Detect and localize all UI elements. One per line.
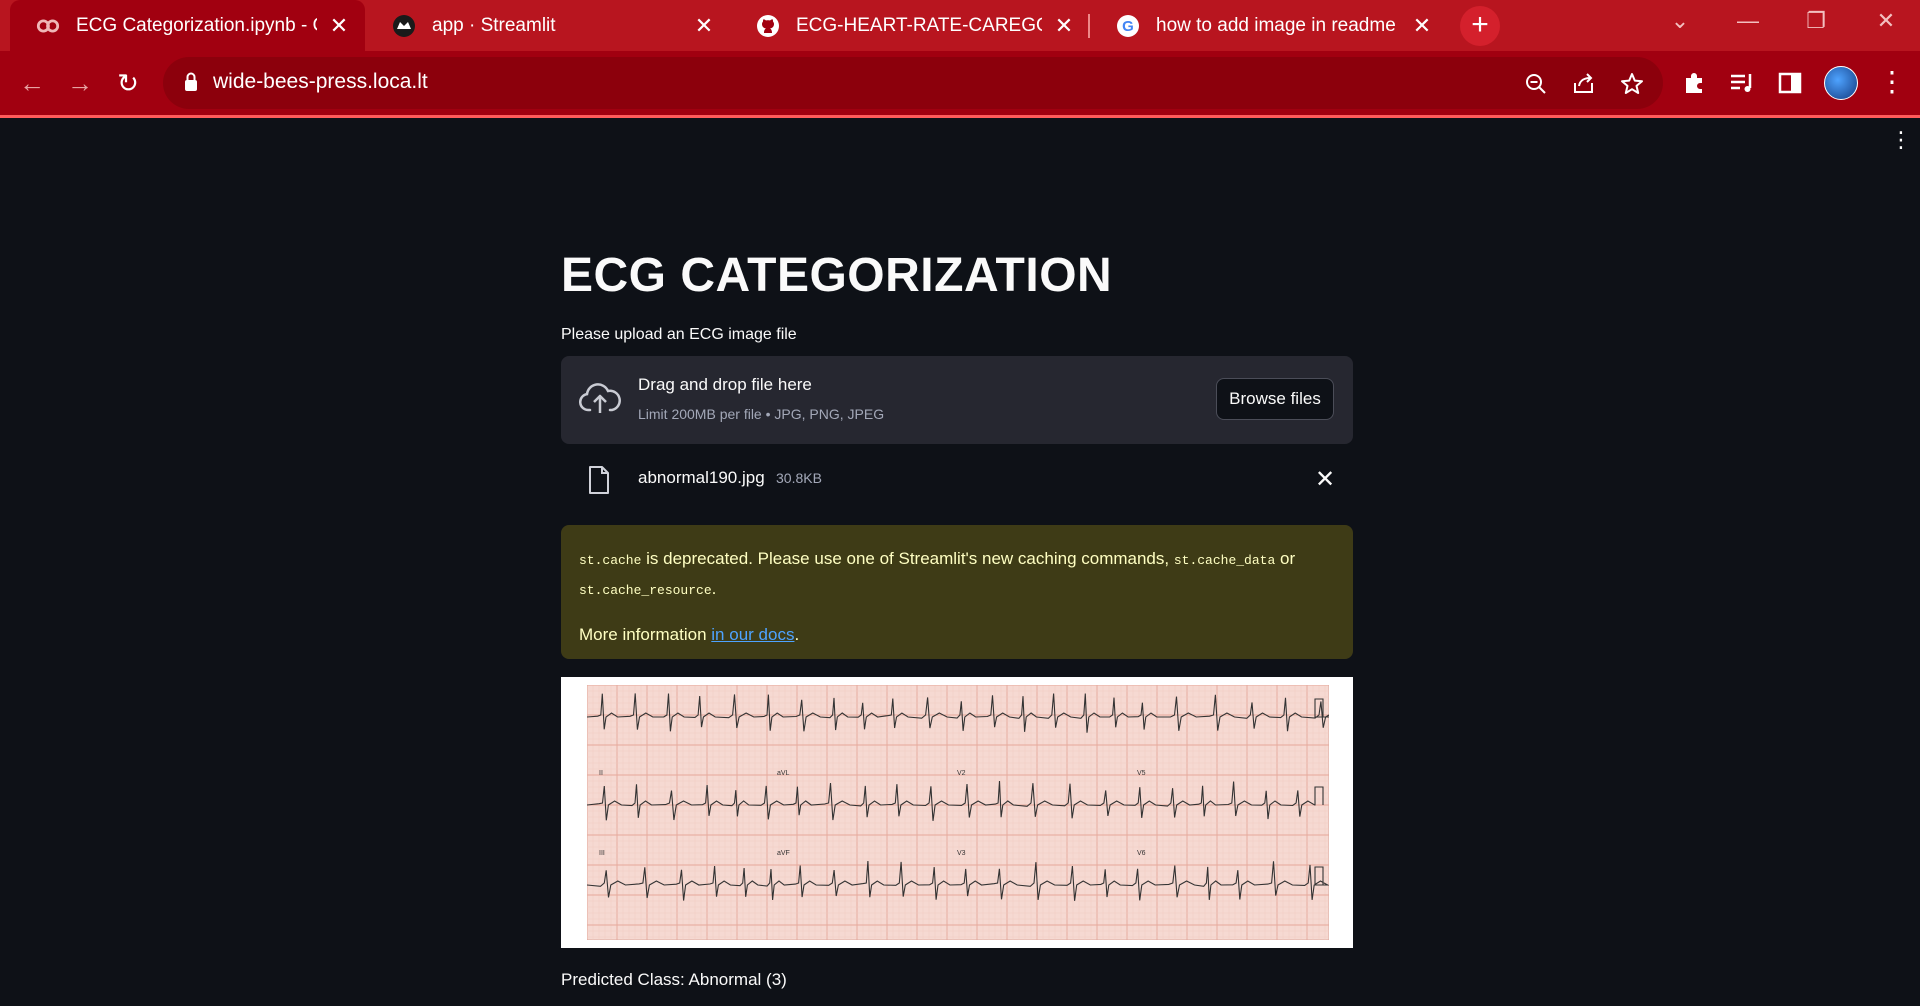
- browse-files-button[interactable]: Browse files: [1216, 378, 1334, 420]
- restore-icon[interactable]: ❐: [1796, 8, 1836, 34]
- zoom-out-icon[interactable]: [1523, 71, 1549, 97]
- ecg-lead-label: II: [599, 770, 603, 777]
- code-st-cache-data: st.cache_data: [1173, 553, 1276, 568]
- remove-file-icon[interactable]: ✕: [1313, 465, 1337, 494]
- forward-arrow-icon[interactable]: →: [62, 65, 98, 101]
- ecg-lead-label: V3: [957, 850, 966, 857]
- warning-more-info: More information in our docs.: [579, 621, 1335, 649]
- tab-colab[interactable]: ECG Categorization.ipynb - Colab ✕: [10, 0, 365, 51]
- close-window-icon[interactable]: ✕: [1866, 8, 1906, 34]
- ecg-trace-image: II aVL V2 V5 III aVF V3 V6: [587, 685, 1329, 940]
- tab-title: ECG Categorization.ipynb - Colab: [76, 14, 317, 36]
- tab-search-icon[interactable]: ⌄: [1660, 8, 1700, 34]
- minimize-icon[interactable]: —: [1728, 8, 1768, 34]
- file-dropzone[interactable]: Drag and drop file here Limit 200MB per …: [561, 356, 1353, 444]
- ecg-lead-label: aVL: [777, 770, 790, 777]
- deprecation-warning: st.cache is deprecated. Please use one o…: [561, 525, 1353, 659]
- github-icon: [756, 14, 780, 38]
- browser-toolbar: ← → ↻ wide-bees-press.loca.lt: [0, 51, 1920, 115]
- warning-message: st.cache is deprecated. Please use one o…: [579, 545, 1335, 605]
- warning-text-3: .: [711, 579, 717, 598]
- tab-google[interactable]: G how to add image in readme file ✕: [1090, 0, 1448, 51]
- back-arrow-icon[interactable]: ←: [14, 65, 50, 101]
- address-bar[interactable]: wide-bees-press.loca.lt: [163, 57, 1663, 109]
- code-st-cache: st.cache: [579, 553, 642, 568]
- ecg-lead-label: III: [599, 850, 605, 857]
- tab-title: how to add image in readme file: [1156, 14, 1400, 36]
- close-tab-icon[interactable]: ✕: [327, 13, 351, 38]
- ecg-lead-label: V2: [957, 770, 966, 777]
- uploaded-file-name: abnormal190.jpg: [638, 468, 765, 487]
- close-tab-icon[interactable]: ✕: [692, 13, 716, 38]
- docs-link[interactable]: in our docs: [711, 625, 794, 644]
- profile-avatar[interactable]: [1824, 66, 1858, 100]
- bookmark-star-icon[interactable]: [1619, 71, 1645, 97]
- warning-text-1: is deprecated. Please use one of Streaml…: [641, 549, 1174, 568]
- uploaded-file-row: abnormal190.jpg 30.8KB ✕: [561, 455, 1353, 503]
- streamlit-icon: [392, 14, 416, 38]
- warning-text-2: or: [1275, 549, 1296, 568]
- toolbar-accent-line: [0, 115, 1920, 118]
- address-text: wide-bees-press.loca.lt: [213, 70, 428, 93]
- ecg-lead-label: aVF: [777, 850, 790, 857]
- google-icon: G: [1116, 14, 1140, 38]
- tab-streamlit[interactable]: app · Streamlit ✕: [366, 0, 730, 51]
- browser-tab-strip: ECG Categorization.ipynb - Colab ✕ app ·…: [0, 0, 1920, 51]
- lock-icon: [183, 71, 199, 98]
- page-title: ECG CATEGORIZATION: [561, 249, 1113, 302]
- uploaded-file-size: 30.8KB: [776, 470, 822, 486]
- browser-menu-icon[interactable]: ⋮: [1878, 64, 1906, 100]
- side-panel-icon[interactable]: [1776, 69, 1804, 97]
- code-st-cache-resource: st.cache_resource: [579, 583, 712, 598]
- tab-title: ECG-HEART-RATE-CAREGORIZAT: [796, 14, 1042, 36]
- file-icon: [587, 465, 611, 500]
- new-tab-button[interactable]: +: [1460, 6, 1500, 46]
- streamlit-menu-icon[interactable]: ⋮: [1890, 129, 1912, 151]
- ecg-image: II aVL V2 V5 III aVF V3 V6: [561, 677, 1353, 948]
- tab-title: app · Streamlit: [432, 14, 556, 36]
- media-control-icon[interactable]: [1728, 69, 1756, 97]
- cloud-upload-icon: [579, 382, 621, 421]
- ecg-lead-label: V5: [1137, 770, 1146, 777]
- more-info-suffix: .: [794, 625, 800, 644]
- svg-text:G: G: [1122, 18, 1134, 35]
- uploader-label: Please upload an ECG image file: [561, 326, 797, 343]
- dropzone-limit-text: Limit 200MB per file • JPG, PNG, JPEG: [638, 406, 885, 422]
- prediction-result: Predicted Class: Abnormal (3): [561, 970, 787, 989]
- colab-icon: [36, 14, 60, 38]
- more-info-prefix: More information: [579, 625, 712, 644]
- close-tab-icon[interactable]: ✕: [1052, 13, 1076, 38]
- extensions-icon[interactable]: [1680, 69, 1708, 97]
- share-icon[interactable]: [1571, 71, 1597, 97]
- tab-github[interactable]: ECG-HEART-RATE-CAREGORIZAT ✕: [730, 0, 1090, 51]
- reload-icon[interactable]: ↻: [110, 65, 146, 101]
- close-tab-icon[interactable]: ✕: [1410, 13, 1434, 38]
- ecg-lead-label: V6: [1137, 850, 1146, 857]
- dropzone-instructions: Drag and drop file here: [638, 375, 812, 394]
